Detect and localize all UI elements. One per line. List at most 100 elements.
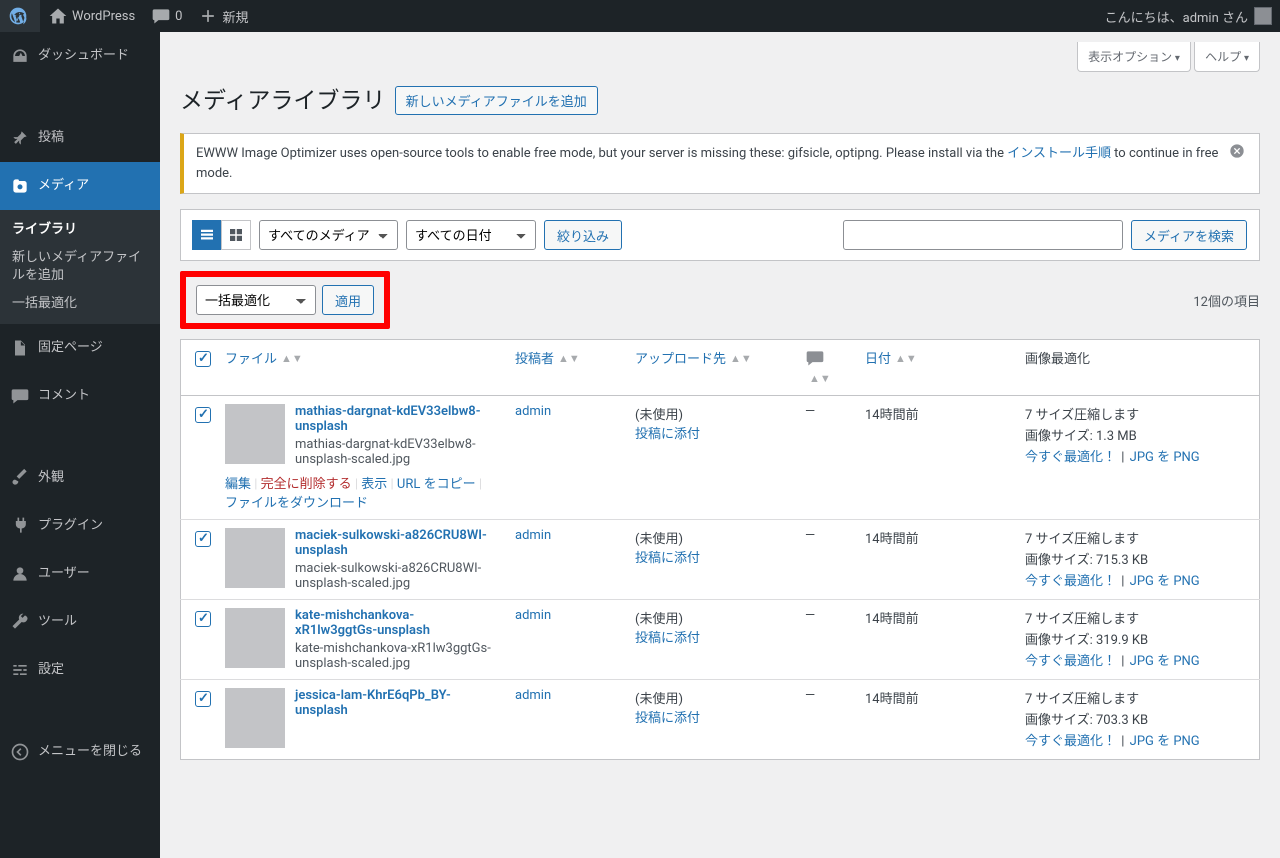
submenu-library[interactable]: ライブラリ: [0, 216, 160, 244]
optimize-now-link[interactable]: 今すぐ最適化！: [1025, 450, 1116, 465]
row-checkbox[interactable]: [195, 691, 211, 707]
menu-plugins[interactable]: プラグイン: [0, 502, 160, 550]
media-title-link[interactable]: maciek-sulkowski-a826CRU8WI-unsplash: [295, 528, 487, 558]
wp-logo[interactable]: [0, 0, 40, 32]
site-name[interactable]: WordPress: [40, 0, 143, 32]
add-media-button[interactable]: 新しいメディアファイルを追加: [395, 86, 598, 115]
search-submit-button[interactable]: メディアを検索: [1131, 220, 1247, 250]
row-checkbox[interactable]: [195, 407, 211, 423]
row-action-copy-url[interactable]: URL をコピー: [397, 477, 476, 492]
media-search-input[interactable]: [843, 220, 1123, 250]
date-cell: 14時間前: [855, 600, 1015, 680]
comments-cell: —: [795, 520, 855, 600]
media-icon: [10, 176, 30, 196]
sort-icon: ▲▼: [730, 352, 752, 365]
sliders-icon: [10, 660, 30, 680]
comments-count-label: 0: [175, 9, 182, 24]
apply-bulk-button[interactable]: 適用: [322, 285, 374, 315]
comments-cell: —: [795, 600, 855, 680]
thumbnail[interactable]: [225, 528, 285, 588]
admin-bar: WordPress 0 新規 こんにちは、admin さん: [0, 0, 1280, 32]
row-checkbox[interactable]: [195, 531, 211, 547]
menu-media-submenu: ライブラリ 新しいメディアファイルを追加 一括最適化: [0, 210, 160, 324]
dismiss-notice-button[interactable]: [1223, 142, 1251, 165]
menu-settings[interactable]: 設定: [0, 646, 160, 694]
media-title-link[interactable]: mathias-dargnat-kdEV33elbw8-unsplash: [295, 404, 481, 434]
menu-tools-label: ツール: [38, 613, 77, 631]
brush-icon: [10, 468, 30, 488]
col-file[interactable]: ファイル▲▼: [225, 352, 303, 367]
menu-appearance[interactable]: 外観: [0, 454, 160, 502]
menu-users[interactable]: ユーザー: [0, 550, 160, 598]
thumbnail[interactable]: [225, 608, 285, 668]
list-icon: [198, 226, 216, 244]
ewww-notice: EWWW Image Optimizer uses open-source to…: [180, 133, 1260, 194]
comments-count[interactable]: 0: [143, 0, 190, 32]
jpg-to-png-link[interactable]: JPG を PNG: [1130, 654, 1200, 669]
jpg-to-png-link[interactable]: JPG を PNG: [1130, 734, 1200, 749]
admin-menu: ダッシュボード 投稿 メディア ライブラリ 新しいメディアファイルを追加 一括最…: [0, 32, 160, 858]
menu-users-label: ユーザー: [38, 565, 90, 583]
filter-type-select[interactable]: すべてのメディア: [259, 220, 398, 250]
optimize-now-link[interactable]: 今すぐ最適化！: [1025, 654, 1116, 669]
table-row: maciek-sulkowski-a826CRU8WI-unsplashmaci…: [181, 520, 1260, 600]
my-account[interactable]: こんにちは、admin さん: [1097, 0, 1280, 32]
col-comments[interactable]: ▲▼: [805, 357, 831, 387]
menu-pages[interactable]: 固定ページ: [0, 324, 160, 372]
row-action-edit[interactable]: 編集: [225, 477, 251, 492]
comment-icon: [805, 348, 825, 368]
greeting: こんにちは、admin さん: [1105, 7, 1248, 26]
table-row: jessica-lam-KhrE6qPb_BY-unsplashadmin(未使…: [181, 680, 1260, 760]
col-author[interactable]: 投稿者▲▼: [515, 352, 580, 367]
optimization-cell: 7 サイズ圧縮します画像サイズ: 1.3 MB今すぐ最適化！ | JPG を P…: [1015, 396, 1260, 520]
menu-posts[interactable]: 投稿: [0, 114, 160, 162]
author-link[interactable]: admin: [515, 528, 551, 543]
site-name-label: WordPress: [72, 9, 135, 24]
view-grid-button[interactable]: [221, 220, 251, 250]
filter-date-select[interactable]: すべての日付: [406, 220, 536, 250]
thumbnail[interactable]: [225, 404, 285, 464]
author-link[interactable]: admin: [515, 404, 551, 419]
jpg-to-png-link[interactable]: JPG を PNG: [1130, 574, 1200, 589]
help-button[interactable]: ヘルプ: [1194, 42, 1260, 72]
close-icon: [1229, 143, 1245, 159]
bulk-action-select[interactable]: 一括最適化: [196, 285, 316, 315]
filter-button[interactable]: 絞り込み: [544, 220, 622, 250]
avatar: [1254, 7, 1272, 25]
thumbnail[interactable]: [225, 688, 285, 748]
view-list-button[interactable]: [192, 220, 222, 250]
bulk-actions-highlight: 一括最適化 適用: [180, 271, 390, 329]
attach-link[interactable]: 投稿に添付: [635, 711, 700, 726]
bulk-actions-bar: 一括最適化 適用 12個の項目: [180, 261, 1260, 339]
menu-dashboard-label: ダッシュボード: [38, 47, 129, 65]
install-instructions-link[interactable]: インストール手順: [1007, 146, 1111, 161]
author-link[interactable]: admin: [515, 688, 551, 703]
menu-comments[interactable]: コメント: [0, 372, 160, 420]
row-action-download[interactable]: ファイルをダウンロード: [225, 496, 368, 511]
submenu-bulk-optimize[interactable]: 一括最適化: [0, 290, 160, 318]
menu-tools[interactable]: ツール: [0, 598, 160, 646]
select-all-checkbox[interactable]: [195, 351, 211, 367]
row-checkbox[interactable]: [195, 611, 211, 627]
media-title-link[interactable]: jessica-lam-KhrE6qPb_BY-unsplash: [295, 688, 451, 718]
author-link[interactable]: admin: [515, 608, 551, 623]
menu-dashboard[interactable]: ダッシュボード: [0, 32, 160, 80]
optimize-now-link[interactable]: 今すぐ最適化！: [1025, 574, 1116, 589]
menu-media[interactable]: メディア: [0, 162, 160, 210]
new-content[interactable]: 新規: [190, 0, 256, 32]
jpg-to-png-link[interactable]: JPG を PNG: [1130, 450, 1200, 465]
home-icon: [48, 6, 68, 26]
attach-link[interactable]: 投稿に添付: [635, 427, 700, 442]
new-content-label: 新規: [222, 7, 248, 26]
attach-link[interactable]: 投稿に添付: [635, 551, 700, 566]
menu-collapse[interactable]: メニューを閉じる: [0, 728, 160, 776]
col-uploaded-to[interactable]: アップロード先▲▼: [635, 352, 752, 367]
submenu-add-new[interactable]: 新しいメディアファイルを追加: [0, 244, 160, 290]
col-date[interactable]: 日付▲▼: [865, 352, 917, 367]
screen-options-button[interactable]: 表示オプション: [1077, 42, 1191, 72]
attach-link[interactable]: 投稿に添付: [635, 631, 700, 646]
row-action-view[interactable]: 表示: [361, 477, 387, 492]
row-action-delete[interactable]: 完全に削除する: [261, 477, 352, 492]
media-title-link[interactable]: kate-mishchankova-xR1lw3ggtGs-unsplash: [295, 608, 430, 638]
optimize-now-link[interactable]: 今すぐ最適化！: [1025, 734, 1116, 749]
